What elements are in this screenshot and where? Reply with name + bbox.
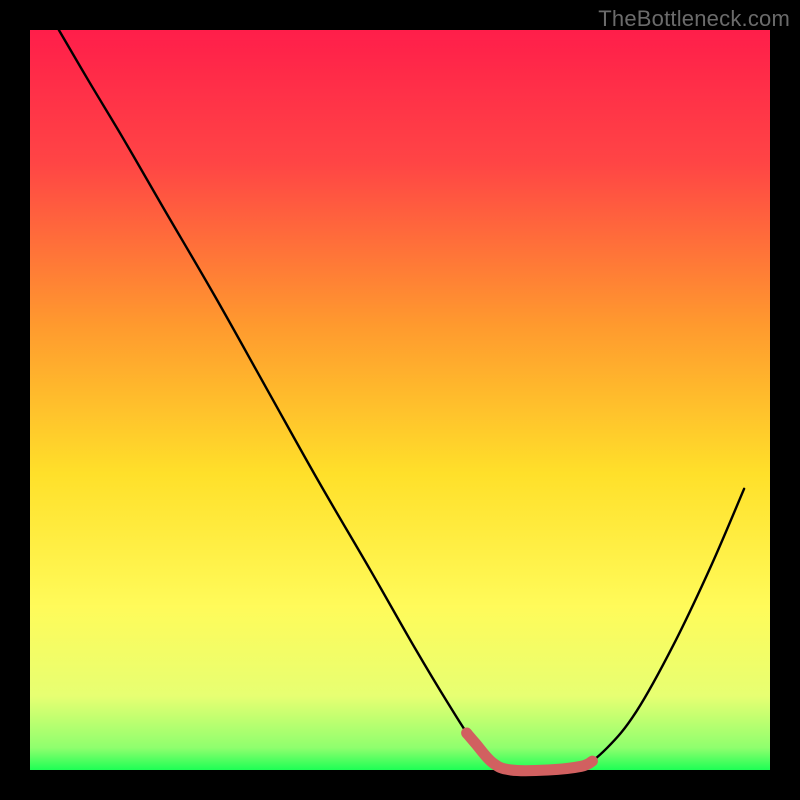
plot-background — [30, 30, 770, 770]
bottleneck-curve-chart — [0, 0, 800, 800]
chart-container: TheBottleneck.com — [0, 0, 800, 800]
watermark-text: TheBottleneck.com — [598, 6, 790, 32]
